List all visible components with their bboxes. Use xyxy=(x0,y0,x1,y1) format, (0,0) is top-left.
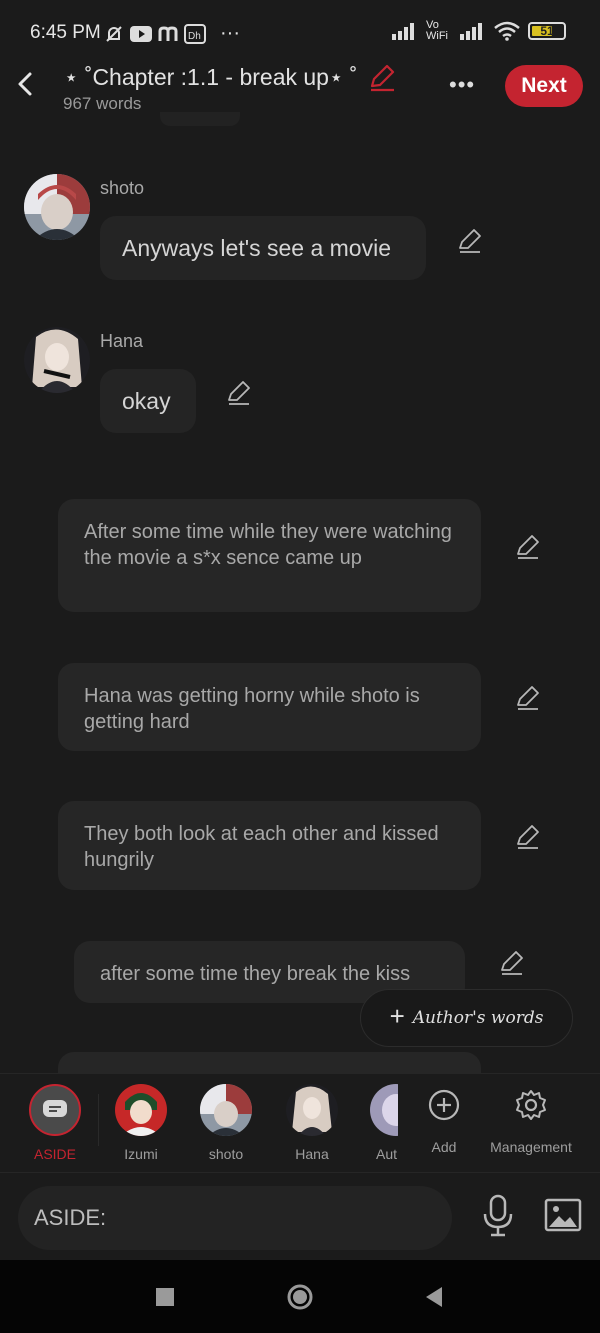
status-bar: 6:45 PM Dh ··· Vo WiFi 51 xyxy=(0,0,600,62)
chapter-header: ⋆ ˚Chapter :1.1 - break up⋆ ˚ 967 words … xyxy=(0,62,600,122)
notification-icons: Dh ··· xyxy=(104,22,240,45)
aside-speech-icon xyxy=(43,1100,67,1117)
author-avatar xyxy=(370,1084,398,1136)
microphone-icon[interactable] xyxy=(481,1194,515,1238)
input-bar: ASIDE: xyxy=(0,1174,600,1260)
plus-icon: + xyxy=(389,1001,405,1031)
m-app-icon xyxy=(158,25,178,41)
more-options-icon[interactable]: ••• xyxy=(449,72,475,98)
speaker-name: Hana xyxy=(100,331,144,351)
character-label: shoto xyxy=(208,1146,244,1162)
character-shoto[interactable]: shoto xyxy=(198,1084,254,1162)
battery-level: 51 xyxy=(540,24,554,38)
gear-icon xyxy=(516,1090,546,1120)
avatar-hana[interactable] xyxy=(24,327,90,393)
authors-words-label: Author's words xyxy=(412,1008,544,1028)
next-button[interactable]: Next xyxy=(505,65,583,107)
message-input[interactable]: ASIDE: xyxy=(18,1186,452,1250)
character-label: Aut xyxy=(376,1146,398,1162)
message-bubble[interactable]: Anyways let's see a movie xyxy=(100,216,426,280)
aside-avatar xyxy=(29,1084,81,1136)
avatar-shoto[interactable] xyxy=(24,174,90,240)
dh-app-icon: Dh xyxy=(184,23,206,44)
mute-bell-icon xyxy=(106,25,122,42)
shoto-avatar xyxy=(200,1084,252,1136)
character-hana[interactable]: Hana xyxy=(284,1084,340,1162)
signal-icon xyxy=(392,23,414,40)
back-arrow-icon[interactable] xyxy=(14,70,38,98)
add-label: Add xyxy=(431,1139,457,1155)
edit-pencil-icon[interactable] xyxy=(515,685,541,711)
narration-block-partial[interactable] xyxy=(58,1052,481,1074)
edit-pencil-icon[interactable] xyxy=(515,534,541,560)
status-time: 6:45 PM xyxy=(30,22,101,43)
system-nav-bar xyxy=(0,1260,600,1333)
recents-button[interactable] xyxy=(156,1288,174,1306)
image-icon[interactable] xyxy=(544,1198,582,1232)
add-character-button[interactable]: Add xyxy=(416,1088,472,1155)
izumi-avatar xyxy=(115,1084,167,1136)
character-label: Izumi xyxy=(124,1146,158,1162)
youtube-icon xyxy=(130,25,152,42)
narration-block[interactable]: After some time while they were watching… xyxy=(58,499,481,612)
word-count: 967 words xyxy=(63,94,142,113)
speaker-name: shoto xyxy=(100,178,145,198)
hana-avatar xyxy=(286,1084,338,1136)
character-bar: ASIDE Izumi shoto Hana Aut Add Managemen… xyxy=(0,1073,600,1173)
back-button[interactable] xyxy=(424,1286,444,1308)
edit-title-pencil-icon[interactable] xyxy=(368,64,396,92)
narration-block[interactable]: They both look at each other and kissed … xyxy=(58,801,481,890)
management-label: Management xyxy=(490,1139,572,1155)
character-label: Hana xyxy=(295,1146,329,1162)
character-izumi[interactable]: Izumi xyxy=(113,1084,169,1162)
vowifi-label: Vo WiFi xyxy=(426,19,448,42)
edit-pencil-icon[interactable] xyxy=(226,380,252,406)
character-separator xyxy=(98,1094,99,1146)
wifi-icon xyxy=(494,21,520,41)
edit-pencil-icon[interactable] xyxy=(457,228,483,254)
signal-icon-2 xyxy=(460,23,482,40)
add-circle-icon xyxy=(428,1089,460,1121)
input-prefix: ASIDE: xyxy=(34,1205,107,1230)
system-icons: Vo WiFi 51 xyxy=(392,20,566,42)
character-aside[interactable]: ASIDE xyxy=(27,1084,83,1162)
more-notifications-icon: ··· xyxy=(220,22,240,44)
home-button[interactable] xyxy=(286,1283,314,1311)
authors-words-button[interactable]: + Author's words xyxy=(360,989,573,1047)
previous-content-edge xyxy=(160,112,240,126)
character-label: ASIDE xyxy=(33,1146,76,1162)
management-button[interactable]: Management xyxy=(482,1088,580,1155)
message-bubble[interactable]: okay xyxy=(100,369,196,433)
edit-pencil-icon[interactable] xyxy=(499,950,525,976)
edit-pencil-icon[interactable] xyxy=(515,824,541,850)
character-author-partial[interactable]: Aut xyxy=(370,1084,398,1162)
chapter-title: ⋆ ˚Chapter :1.1 - break up⋆ ˚ xyxy=(64,64,358,90)
svg-text:Dh: Dh xyxy=(188,31,201,42)
narration-block[interactable]: Hana was getting horny while shoto is ge… xyxy=(58,663,481,751)
battery-icon: 51 xyxy=(528,22,566,40)
